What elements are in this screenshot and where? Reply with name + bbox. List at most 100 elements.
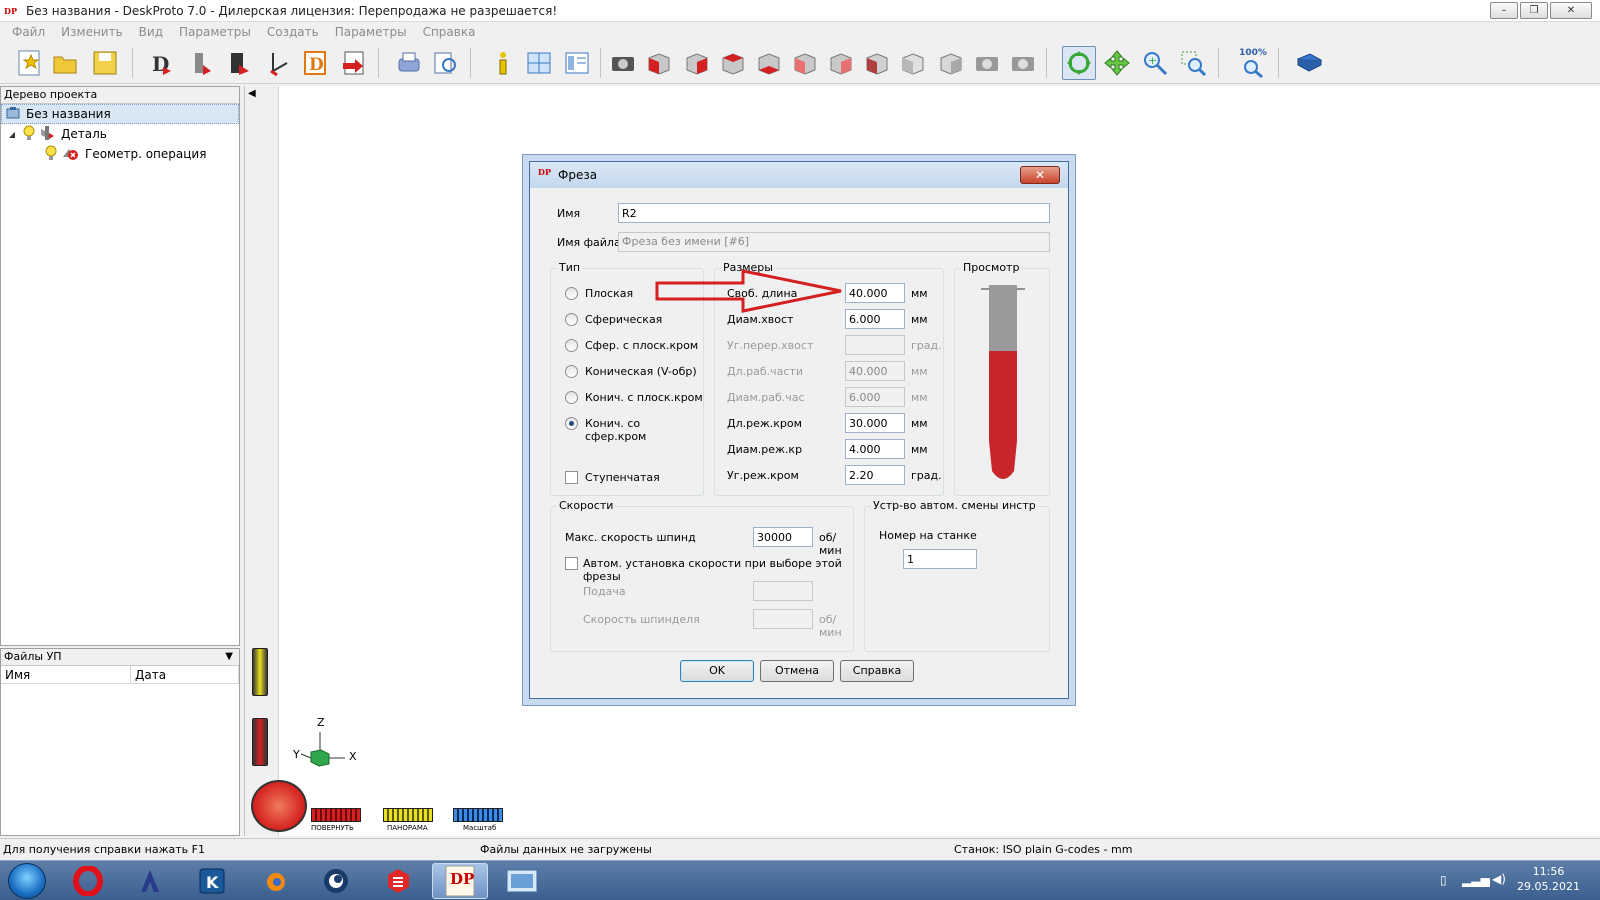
zoom-strip[interactable]	[453, 808, 503, 822]
dialog-close-button[interactable]: ✕	[1020, 166, 1060, 184]
blender-taskbar-icon[interactable]	[246, 863, 302, 899]
load-part-icon[interactable]: D	[144, 46, 178, 80]
save-project-icon[interactable]	[88, 46, 122, 80]
clock[interactable]: 11:56 29.05.2021	[1517, 864, 1580, 894]
dim-input-cut-length[interactable]	[845, 413, 905, 433]
volume-icon[interactable]: ◀)	[1492, 872, 1506, 886]
view-bottom-icon[interactable]	[824, 46, 858, 80]
rotate-wheel[interactable]	[251, 780, 307, 832]
type-radio-flat[interactable]	[565, 287, 578, 300]
type-radio-tapered-ball[interactable]	[565, 417, 578, 430]
pan-strip[interactable]	[383, 808, 433, 822]
menu-file[interactable]: Файл	[4, 25, 53, 39]
operation-icon[interactable]	[222, 46, 256, 80]
camera-save-icon[interactable]	[970, 46, 1004, 80]
collapse-icon[interactable]: ◢	[7, 130, 17, 139]
view-cube-icon[interactable]	[934, 46, 968, 80]
close-button[interactable]: ✕	[1550, 2, 1592, 19]
view-top-icon[interactable]	[788, 46, 822, 80]
stepped-label[interactable]: Ступенчатая	[585, 471, 660, 484]
print-icon[interactable]	[392, 46, 426, 80]
deskproto-taskbar-icon[interactable]: DP	[432, 863, 488, 899]
ok-button[interactable]: OK	[680, 660, 754, 682]
pan-mode-icon[interactable]	[1100, 46, 1134, 80]
type-radio-v[interactable]	[565, 365, 578, 378]
dim-input-shank-diameter[interactable]	[845, 309, 905, 329]
menu-create[interactable]: Создать	[259, 25, 327, 39]
dim-input-cut-angle[interactable]	[845, 465, 905, 485]
tree-operation-item[interactable]: Геометр. операция	[1, 144, 239, 164]
toolpath-icon[interactable]	[262, 46, 296, 80]
zoom-mode-icon[interactable]: +	[1138, 46, 1172, 80]
collapse-arrow-icon[interactable]: ◀	[248, 88, 256, 99]
max-spindle-input[interactable]	[753, 527, 813, 547]
tree-part-label: Деталь	[61, 127, 107, 141]
type-label-tapered-flat[interactable]: Конич. с плоск.кром	[585, 391, 703, 404]
type-radio-ball[interactable]	[565, 313, 578, 326]
cancel-button[interactable]: Отмена	[760, 660, 834, 682]
new-project-icon[interactable]	[12, 46, 46, 80]
part-parameters-icon[interactable]	[184, 46, 218, 80]
machine-number-input[interactable]	[903, 549, 977, 569]
rotate-mode-icon[interactable]	[1062, 46, 1096, 80]
name-input[interactable]	[618, 203, 1050, 223]
type-label-flat[interactable]: Плоская	[585, 287, 633, 300]
part-icon	[39, 125, 55, 144]
layout-icon[interactable]	[522, 46, 556, 80]
print-preview-icon[interactable]	[428, 46, 462, 80]
view-iso-icon[interactable]	[860, 46, 894, 80]
help-button[interactable]: Справка	[840, 660, 914, 682]
dropdown-arrow-icon[interactable]: ▼	[225, 649, 233, 665]
type-radio-tapered-flat[interactable]	[565, 391, 578, 404]
view-cube-gray-icon[interactable]	[896, 46, 930, 80]
menu-parameters-2[interactable]: Параметры	[327, 25, 415, 39]
maximize-button[interactable]: ❐	[1520, 2, 1548, 19]
view-right-icon[interactable]	[752, 46, 786, 80]
battery-icon[interactable]: ▯	[1440, 873, 1447, 887]
app-k-taskbar-icon[interactable]: K	[184, 863, 240, 899]
type-label-bull[interactable]: Сфер. с плоск.кром	[585, 339, 698, 352]
open-project-icon[interactable]	[48, 46, 82, 80]
type-radio-bull[interactable]	[565, 339, 578, 352]
dim-input-free-length[interactable]	[845, 283, 905, 303]
info-icon[interactable]	[486, 46, 520, 80]
auto-speed-checkbox[interactable]	[565, 557, 578, 570]
stepped-checkbox[interactable]	[565, 471, 578, 484]
autocad-taskbar-icon[interactable]	[122, 863, 178, 899]
menu-parameters[interactable]: Параметры	[171, 25, 259, 39]
windows-start-button[interactable]	[8, 863, 46, 899]
type-label-ball[interactable]: Сферическая	[585, 313, 662, 326]
zoom-window-icon[interactable]	[1176, 46, 1210, 80]
opera-taskbar-icon[interactable]	[60, 863, 116, 899]
save-nc-icon[interactable]	[336, 46, 370, 80]
d-orange-icon[interactable]: D	[298, 46, 332, 80]
cinema4d-taskbar-icon[interactable]	[308, 863, 364, 899]
rotate-strip[interactable]	[311, 808, 361, 822]
minimize-button[interactable]: –	[1490, 2, 1518, 19]
pan-slider-handle[interactable]	[252, 648, 268, 696]
col-date[interactable]: Дата	[131, 666, 239, 683]
zoom-slider-handle[interactable]	[252, 718, 268, 766]
dim-input-cut-diameter[interactable]	[845, 439, 905, 459]
tree-root-item[interactable]: Без названия	[1, 104, 239, 124]
view-back-icon[interactable]	[680, 46, 714, 80]
menu-edit[interactable]: Изменить	[53, 25, 131, 39]
type-label-tapered-ball[interactable]: Конич. со сфер.кром	[585, 417, 703, 443]
view-front-icon[interactable]	[642, 46, 676, 80]
auto-speed-label[interactable]: Автом. установка скорости при выборе это…	[583, 557, 853, 583]
image-viewer-taskbar-icon[interactable]	[494, 863, 550, 899]
toolpath-list-icon[interactable]	[560, 46, 594, 80]
sketchup-taskbar-icon[interactable]	[370, 863, 426, 899]
zoom-100-icon[interactable]: 100%	[1236, 46, 1270, 80]
network-icon[interactable]: ▂▃▅	[1462, 873, 1490, 887]
menu-view[interactable]: Вид	[131, 25, 171, 39]
menu-help[interactable]: Справка	[415, 25, 484, 39]
tree-part-item[interactable]: ◢ Деталь	[1, 124, 239, 144]
camera-restore-icon[interactable]	[1006, 46, 1040, 80]
type-label-v[interactable]: Коническая (V-обр)	[585, 365, 697, 378]
camera-view-icon[interactable]	[606, 46, 640, 80]
svg-text:K: K	[206, 873, 219, 892]
view-left-icon[interactable]	[716, 46, 750, 80]
help-book-icon[interactable]	[1292, 46, 1326, 80]
col-name[interactable]: Имя	[1, 666, 131, 683]
